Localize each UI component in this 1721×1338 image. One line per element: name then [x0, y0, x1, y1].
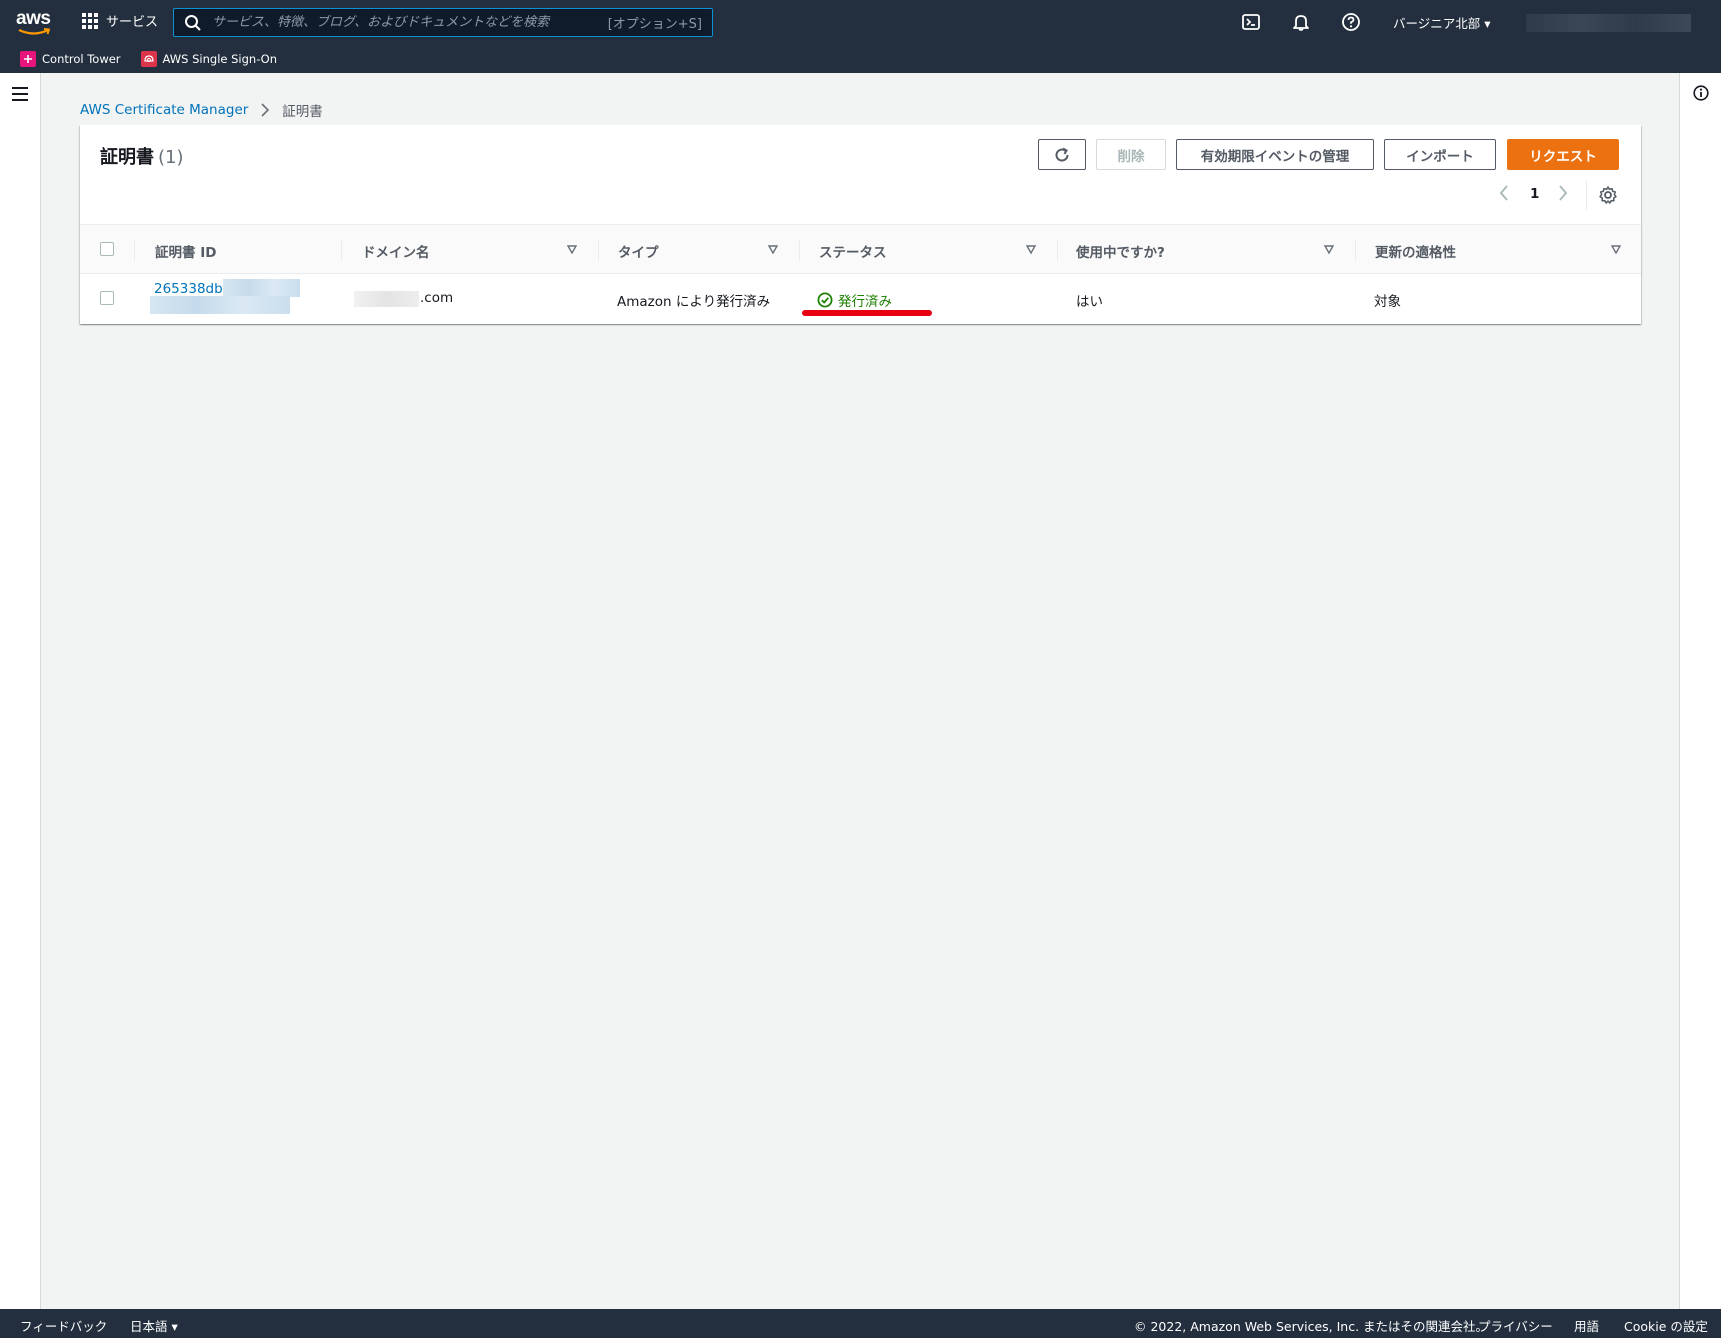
sort-caret-icon[interactable]: [1324, 245, 1334, 254]
table-header-row: 証明書 ID ドメイン名 タイプ ステータス 使用中ですか? 更新の適格性: [80, 224, 1641, 274]
account-menu-redacted[interactable]: [1526, 14, 1691, 32]
domain-name: .com: [420, 290, 454, 306]
info-icon[interactable]: [1693, 85, 1709, 101]
certificate-count: (1): [158, 147, 184, 168]
console-footer: フィードバック 日本語 ▾ © 2022, Amazon Web Service…: [0, 1309, 1721, 1338]
refresh-button[interactable]: [1038, 139, 1086, 170]
gear-icon[interactable]: [1598, 185, 1618, 205]
services-label: サービス: [106, 15, 159, 30]
pagination: 1: [80, 180, 1641, 210]
favorite-label: Control Tower: [42, 51, 121, 66]
request-button[interactable]: リクエスト: [1507, 139, 1619, 170]
notifications-bell-icon[interactable]: [1291, 12, 1311, 32]
check-circle-icon: [817, 292, 833, 308]
annotation-red-underline: [802, 310, 932, 316]
status-badge: 発行済み: [817, 290, 892, 310]
global-search[interactable]: [オプション+S]: [173, 8, 713, 37]
services-menu-button[interactable]: サービス: [82, 11, 158, 30]
tools-panel-rail: [1679, 73, 1721, 1309]
chevron-right-icon[interactable]: [1557, 184, 1569, 202]
aws-logo-text: aws: [16, 8, 51, 29]
terms-link[interactable]: 用語: [1574, 1316, 1599, 1335]
certificate-id-link[interactable]: 265338db-: [154, 281, 228, 297]
favorites-bar: Control Tower AWS Single Sign-On: [0, 44, 277, 73]
favorite-control-tower[interactable]: Control Tower: [20, 50, 121, 67]
sso-icon: [140, 50, 157, 67]
certificates-table-container: 証明書 (1) 削除 有効期限イベントの管理 インポート リクエスト 1 証明書 …: [80, 125, 1641, 324]
status-text: 発行済み: [838, 294, 892, 310]
sort-caret-icon[interactable]: [1026, 245, 1036, 254]
cookie-settings-link[interactable]: Cookie の設定: [1624, 1316, 1708, 1335]
language-selector[interactable]: 日本語 ▾: [130, 1316, 178, 1335]
copyright-text: © 2022, Amazon Web Services, Inc. またはその関…: [1134, 1319, 1489, 1334]
select-all-checkbox[interactable]: [100, 242, 114, 256]
control-tower-icon: [20, 50, 36, 67]
page-title: 証明書 (1): [100, 143, 184, 169]
aws-smile-icon: [18, 28, 50, 35]
renewal-eligibility-value: 対象: [1374, 294, 1401, 310]
column-header-type[interactable]: タイプ: [618, 241, 659, 261]
table-row[interactable]: 265338db- .com Amazon により発行済み 発行済み はい 対象: [80, 274, 1641, 324]
pager-divider: [1586, 180, 1587, 210]
breadcrumb: AWS Certificate Manager 証明書: [80, 100, 323, 120]
column-header-renewal-eligibility[interactable]: 更新の適格性: [1375, 241, 1456, 261]
favorite-label: AWS Single Sign-On: [162, 51, 278, 66]
breadcrumb-acm-link[interactable]: AWS Certificate Manager: [80, 102, 248, 118]
current-page-number[interactable]: 1: [1530, 186, 1539, 202]
column-header-in-use[interactable]: 使用中ですか?: [1076, 241, 1165, 261]
menu-hamburger-icon[interactable]: [12, 87, 28, 105]
privacy-link[interactable]: プライバシー: [1478, 1316, 1553, 1335]
column-header-status[interactable]: ステータス: [819, 241, 887, 261]
aws-logo[interactable]: aws: [16, 8, 56, 36]
row-select-checkbox[interactable]: [100, 291, 114, 305]
grid-icon: [82, 12, 98, 29]
sort-caret-icon[interactable]: [1611, 245, 1621, 254]
sort-caret-icon[interactable]: [768, 245, 778, 254]
chevron-right-icon: [261, 103, 270, 117]
help-icon[interactable]: [1341, 12, 1361, 32]
favorite-aws-sso[interactable]: AWS Single Sign-On: [140, 50, 278, 67]
redacted-id-part: [150, 296, 290, 314]
certificate-type: Amazon により発行済み: [617, 294, 771, 310]
top-navigation: aws サービス [オプション+S] バージニア北部 ▾: [0, 0, 1721, 73]
column-header-domain[interactable]: ドメイン名: [362, 241, 430, 261]
delete-button[interactable]: 削除: [1096, 139, 1166, 170]
redacted-domain-part: [354, 291, 419, 307]
search-icon: [185, 14, 201, 31]
column-header-certificate-id[interactable]: 証明書 ID: [155, 241, 216, 261]
chevron-left-icon[interactable]: [1498, 184, 1510, 202]
side-navigation-rail: [0, 73, 41, 1309]
import-button[interactable]: インポート: [1384, 139, 1496, 170]
page-title-text: 証明書: [100, 147, 154, 168]
search-shortcut-hint: [オプション+S]: [607, 17, 702, 32]
feedback-link[interactable]: フィードバック: [20, 1316, 107, 1335]
manage-expiry-events-button[interactable]: 有効期限イベントの管理: [1176, 139, 1374, 170]
region-selector[interactable]: バージニア北部 ▾: [1393, 13, 1491, 32]
cloudshell-icon[interactable]: [1241, 12, 1261, 32]
refresh-icon: [1055, 147, 1069, 162]
breadcrumb-current: 証明書: [282, 104, 323, 120]
search-input[interactable]: [212, 15, 592, 30]
sort-caret-icon[interactable]: [567, 245, 577, 254]
redacted-id-part: [223, 279, 300, 297]
in-use-value: はい: [1076, 294, 1103, 310]
